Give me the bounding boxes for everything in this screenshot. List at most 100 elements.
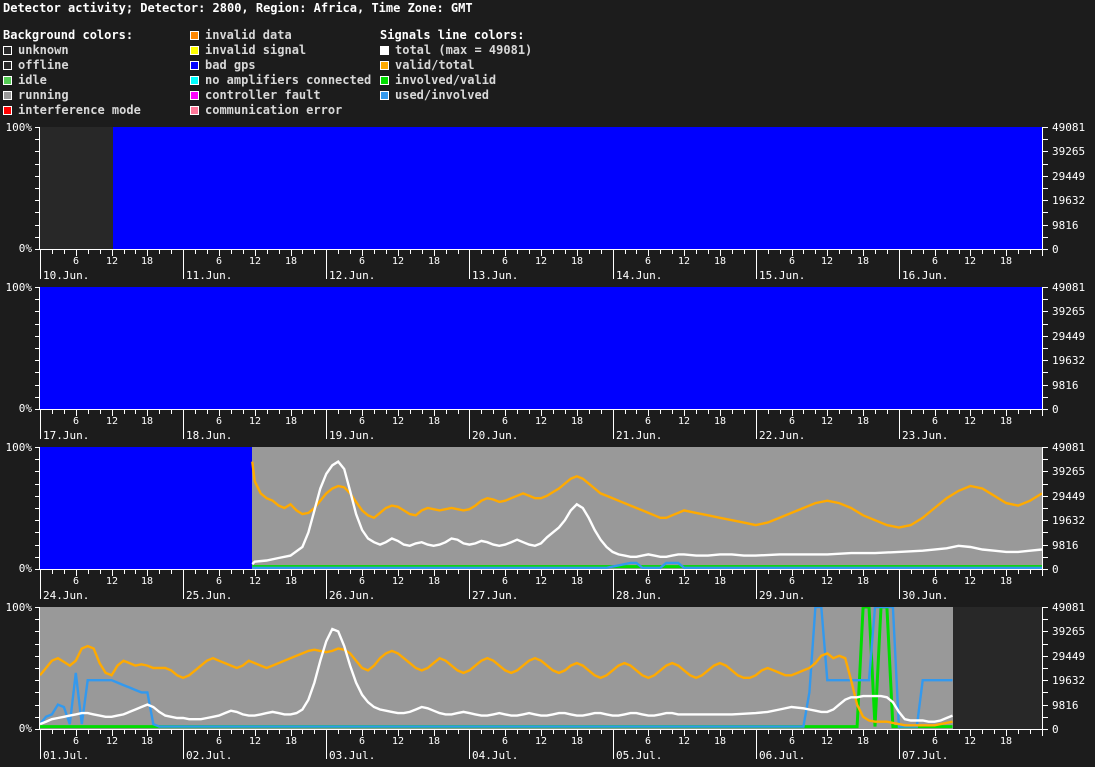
x-axis-hour-label: 6 [215,576,223,587]
x-axis-hour-label: 12 [391,576,405,587]
x-axis-hour-label: 6 [501,576,509,587]
x-axis-hour-label: 12 [391,736,405,747]
legend-label-unknown: unknown [18,43,69,57]
y-axis-right-label: 29449 [1052,169,1086,183]
y-axis-left-label-top: 100% [5,121,33,134]
x-axis-day-label: 17.Jun. [43,429,90,442]
x-axis-hour-label: 18 [140,256,154,267]
x-axis-day-label: 27.Jun. [472,589,519,602]
x-axis-hour-label: 12 [391,256,405,267]
y-axis-right-label: 0 [1052,723,1059,736]
series-line-valid-total [252,462,1042,528]
x-axis-hour-label: 6 [931,416,939,427]
y-axis-right-label: 29449 [1052,489,1086,503]
x-axis-hour-label: 18 [999,416,1013,427]
legend-item-invalid-signal: invalid signal [190,43,371,58]
x-axis-hour-label: 6 [215,736,223,747]
x-axis-hour-label: 18 [284,416,298,427]
y-axis-left-label-top: 100% [5,281,33,294]
x-axis-day-label: 15.Jun. [759,269,806,282]
x-axis-hour-label: 18 [856,736,870,747]
y-axis-right-label: 9816 [1052,698,1079,712]
legend-item-controller-fault: controller fault [190,88,371,103]
x-axis-hour-label: 6 [644,256,652,267]
x-axis-hour-label: 12 [963,736,977,747]
x-axis-day-label: 28.Jun. [616,589,663,602]
x-axis-hour-label: 12 [534,576,548,587]
x-axis-day-label: 10.Jun. [43,269,90,282]
x-axis-hour-label: 6 [501,256,509,267]
x-axis-hour-label: 18 [140,576,154,587]
x-axis-hour-label: 12 [534,736,548,747]
plot-area[interactable] [40,287,1042,409]
y-axis-right-label: 0 [1052,563,1059,576]
legend-column-background: Background colors: unknown offline idle … [3,28,141,118]
y-axis-right-label: 0 [1052,403,1059,416]
x-axis-hour-label: 6 [72,576,80,587]
legend-item-unknown: unknown [3,43,141,58]
x-axis: 6 12 18 17.Jun. 6 12 18 18.Jun. 6 12 18 19.Jun. 6 12 1… [40,409,1043,447]
legend-column-background-2: invalid data invalid signal bad gps no a… [190,28,371,118]
x-axis-hour-label: 18 [713,736,727,747]
x-axis-hour-label: 6 [358,256,366,267]
x-axis-day-label: 14.Jun. [616,269,663,282]
x-axis-day-label: 29.Jun. [759,589,806,602]
legend-label-running: running [18,88,69,102]
x-axis-hour-label: 6 [788,736,796,747]
y-axis-right-label: 49081 [1052,121,1086,134]
x-axis-hour-label: 6 [931,576,939,587]
x-axis-hour-label: 18 [284,736,298,747]
page-title: Detector activity; Detector: 2800, Regio… [3,1,473,15]
plot-area[interactable] [40,607,1042,729]
swatch-offline-icon [3,61,12,70]
legend-item-valid-total: valid/total [380,58,532,73]
x-axis-hour-label: 6 [501,416,509,427]
x-axis-hour-label: 18 [713,576,727,587]
y-axis-right-label: 39265 [1052,145,1086,159]
legend-label-total: total (max = 49081) [395,43,533,57]
x-axis-day-label: 01.Jul. [43,749,90,762]
x-axis-day-label: 04.Jul. [472,749,519,762]
x-axis-hour-label: 12 [105,256,119,267]
x-axis-day-label: 21.Jun. [616,429,663,442]
x-axis-hour-label: 12 [820,736,834,747]
x-axis-hour-label: 18 [427,736,441,747]
legend-item-interference-mode: interference mode [3,103,141,118]
legend-label-involved-valid: involved/valid [395,73,497,87]
x-axis-hour-label: 18 [427,256,441,267]
x-axis-day-label: 06.Jul. [759,749,806,762]
x-axis-hour-label: 12 [105,576,119,587]
x-axis-hour-label: 6 [931,736,939,747]
swatch-involved-valid-icon [380,76,389,85]
y-axis-left [33,607,40,730]
x-axis-hour-label: 6 [215,416,223,427]
y-axis-right-label: 19632 [1052,354,1086,368]
x-axis-day-label: 22.Jun. [759,429,806,442]
legend-item-invalid-data: invalid data [190,28,371,43]
swatch-used-involved-icon [380,91,389,100]
x-axis-day-label: 03.Jul. [329,749,376,762]
swatch-communication-error-icon [190,106,199,115]
y-axis-right-label: 39265 [1052,465,1086,479]
legend-label-invalid-signal: invalid signal [205,43,307,57]
legend-label-invalid-data: invalid data [205,28,292,42]
x-axis-hour-label: 12 [534,256,548,267]
x-axis-hour-label: 12 [391,416,405,427]
x-axis-day-label: 11.Jun. [186,269,233,282]
x-axis-day-label: 30.Jun. [902,589,949,602]
x-axis-hour-label: 18 [713,416,727,427]
legend-label-bad-gps: bad gps [205,58,256,72]
x-axis-hour-label: 18 [570,576,584,587]
plot-area[interactable] [40,127,1042,249]
y-axis-left-label-bottom: 0% [18,242,32,255]
y-axis-right-label: 9816 [1052,538,1079,552]
swatch-bad-gps-icon [190,61,199,70]
swatch-no-amplifiers-connected-icon [190,76,199,85]
plot-area[interactable] [40,447,1042,569]
y-axis-right-label: 39265 [1052,305,1086,319]
x-axis-hour-label: 18 [713,256,727,267]
legend-label-interference-mode: interference mode [18,103,141,117]
x-axis-hour-label: 6 [931,256,939,267]
x-axis-day-label: 20.Jun. [472,429,519,442]
x-axis-hour-label: 18 [570,256,584,267]
